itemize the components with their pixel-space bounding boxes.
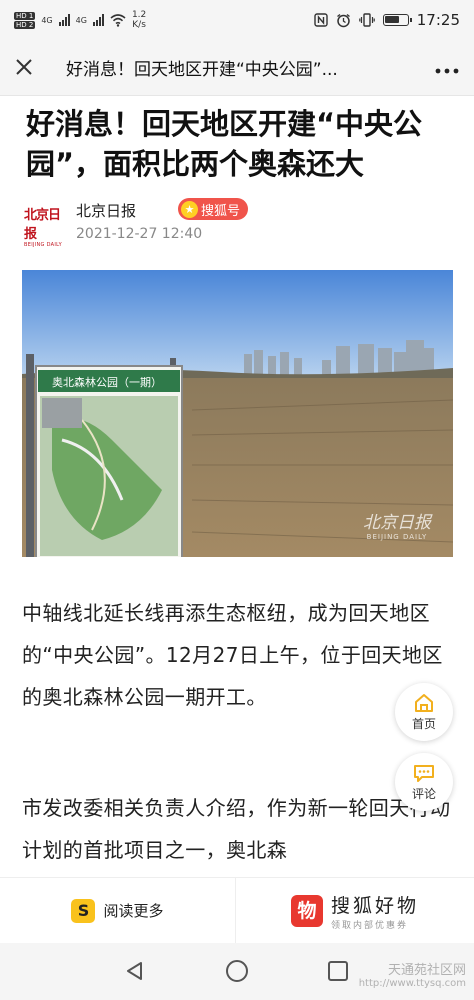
alarm-icon <box>336 13 350 27</box>
comment-icon <box>414 764 434 782</box>
vibrate-icon <box>358 13 375 27</box>
sohu-haowu-banner[interactable]: 物 搜狐好物 领取内部优惠券 <box>236 878 474 943</box>
close-icon[interactable] <box>15 58 33 76</box>
star-icon: ★ <box>181 200 198 218</box>
sim1-label: HD 1 <box>14 11 36 20</box>
haowu-title: 搜狐好物 <box>330 894 419 917</box>
nfc-icon <box>314 13 328 27</box>
haowu-text: 搜狐好物 领取内部优惠券 <box>331 891 419 931</box>
close-button[interactable] <box>0 54 48 82</box>
status-right: 17:25 <box>314 11 460 29</box>
haowu-icon: 物 <box>290 894 323 927</box>
haowu-subtitle: 领取内部优惠券 <box>330 920 408 931</box>
photo-watermark-text: 北京日报 <box>363 513 431 533</box>
system-navigation-bar: 天通苑社区网 http://www.ttysq.com <box>0 943 474 1000</box>
photo-watermark-sub: BEIJING DAILY <box>366 533 428 541</box>
badge-label: 搜狐号 <box>201 203 241 219</box>
more-button[interactable] <box>420 55 474 80</box>
net-speed: 1.2 K/s <box>132 10 146 30</box>
net-speed-value: 1.2 <box>131 10 147 20</box>
recent-apps-icon[interactable] <box>328 961 348 981</box>
source-logo[interactable]: 北京日报 BEIJING DAILY <box>24 204 68 248</box>
home-floating-button[interactable]: 首页 <box>395 683 453 741</box>
status-time: 17:25 <box>416 11 460 29</box>
status-left: HD 1 HD 2 4G 4G 1.2 K/s <box>14 10 146 30</box>
page-title: 好消息！回天地区开建“中央公园”... <box>66 60 338 80</box>
battery-icon <box>382 14 412 26</box>
source-name[interactable]: 北京日报 <box>76 200 136 221</box>
bottom-bar: S 阅读更多 物 搜狐好物 领取内部优惠券 <box>0 877 474 943</box>
home-icon <box>415 693 433 712</box>
more-icon[interactable] <box>435 68 459 74</box>
comment-floating-button[interactable]: 评论 <box>395 753 453 811</box>
signal2-icon <box>92 14 104 26</box>
source-logo-subtext: BEIJING DAILY <box>24 242 62 248</box>
top-navigation-bar: 好消息！回天地区开建“中央公园”... <box>0 40 474 96</box>
home-system-icon[interactable] <box>226 960 248 982</box>
status-bar: HD 1 HD 2 4G 4G 1.2 K/s 17:25 <box>0 0 474 40</box>
article-source: 北京日报 BEIJING DAILY 北京日报 ★ 搜狐号 2021-12-27… <box>24 196 444 248</box>
comment-label: 评论 <box>411 786 436 801</box>
signal2-label: 4G <box>75 15 87 25</box>
article-headline: 好消息！回天地区开建“中央公园”，面积比两个奥森还大 <box>26 107 423 181</box>
sign-title: 奥北森林公园（一期） <box>52 375 162 389</box>
sohu-s-icon: S <box>71 898 96 923</box>
sim-indicators: HD 1 HD 2 <box>14 11 36 29</box>
read-more-button[interactable]: S 阅读更多 <box>0 878 236 943</box>
signal1-label: 4G <box>41 15 53 25</box>
sim2-label: HD 2 <box>14 20 36 29</box>
article-photo[interactable]: 奥北森林公园（一期） 北京日报 BEIJING DAILY <box>22 270 453 557</box>
back-icon[interactable] <box>124 960 146 982</box>
home-label: 首页 <box>411 716 436 731</box>
read-more-label: 阅读更多 <box>103 902 164 920</box>
site-watermark: 天通苑社区网 http://www.ttysq.com <box>359 959 466 989</box>
site-watermark-name: 天通苑社区网 <box>387 963 466 978</box>
sohu-account-badge[interactable]: ★ 搜狐号 <box>178 198 249 220</box>
photo-watermark: 北京日报 BEIJING DAILY <box>363 508 431 541</box>
signal1-icon <box>58 14 70 26</box>
article-paragraph-1: 中轴线北延长线再添生态枢纽，成为回天地区的“中央公园”。12月27日上午，位于回… <box>22 601 443 709</box>
source-logo-text: 北京日报 <box>24 208 61 242</box>
site-watermark-url: http://www.ttysq.com <box>358 978 466 989</box>
article-paragraph-2: 市发改委相关负责人介绍，作为新一轮回天行动计划的首批项目之一，奥北森 <box>22 796 451 862</box>
wifi-icon <box>110 13 126 27</box>
publish-date: 2021-12-27 12:40 <box>76 226 203 242</box>
net-speed-unit: K/s <box>132 20 146 30</box>
